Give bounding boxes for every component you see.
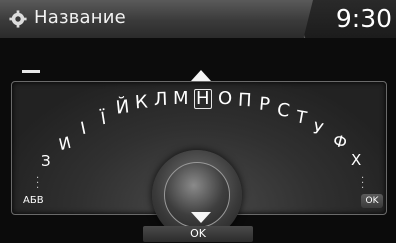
letter-key[interactable]: Л	[154, 89, 168, 110]
up-arrow-icon[interactable]	[191, 70, 211, 81]
selected-letter-key[interactable]: Н	[194, 89, 212, 109]
letter-key[interactable]: О	[218, 90, 232, 108]
letter-key[interactable]: Р	[258, 94, 271, 116]
letter-key[interactable]: З	[41, 154, 51, 169]
ok-button[interactable]: OK	[361, 194, 383, 208]
clock: 9:30	[335, 4, 392, 33]
letter-key[interactable]: С	[276, 99, 291, 122]
page-title: Название	[34, 7, 126, 28]
left-ellipsis-icon: ...	[36, 170, 40, 191]
alphabet-switch-button[interactable]: АБВ	[23, 195, 44, 206]
down-arrow-icon[interactable]	[191, 212, 211, 223]
letter-key[interactable]: Й	[115, 96, 131, 118]
letter-key[interactable]: М	[173, 90, 189, 108]
letter-key[interactable]: П	[237, 90, 252, 112]
letter-key[interactable]: К	[134, 92, 148, 114]
text-cursor	[22, 70, 40, 73]
gear-icon	[9, 10, 27, 28]
keyboard-screen: Название 9:30 З И І Ї Й К Л М Н О П Р С …	[0, 0, 396, 243]
right-ellipsis-icon: ...	[361, 170, 365, 191]
letter-key[interactable]: Х	[351, 153, 361, 168]
bottom-ok-button[interactable]: OK	[143, 226, 253, 242]
